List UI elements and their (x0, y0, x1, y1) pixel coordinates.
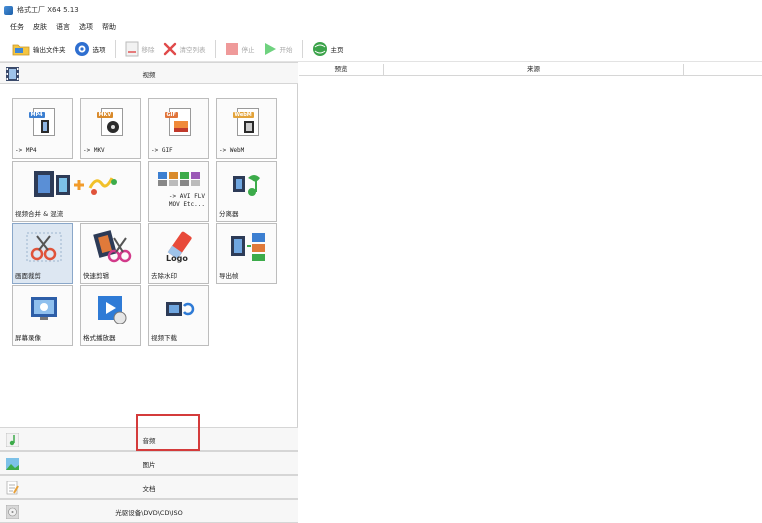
menu-skin[interactable]: 皮肤 (33, 22, 47, 32)
tile-avi-flv-mov[interactable]: -> AVI FLV MOV Etc... (148, 161, 209, 222)
toolbar-separator (214, 39, 216, 58)
tile-label: 视频合并 & 混流 (15, 210, 64, 218)
tile-label: 格式播放器 (83, 334, 116, 342)
column-header-extra[interactable] (684, 64, 762, 76)
tile-video-download[interactable]: 视频下载 (148, 285, 209, 346)
category-image[interactable]: 图片 (0, 451, 298, 475)
globe-home-icon (312, 41, 327, 56)
clear-list-button[interactable]: 清空列表 (161, 38, 208, 60)
remove-button[interactable]: 移除 (123, 38, 157, 60)
tile-label: -> AVI FLV MOV Etc... (168, 193, 205, 208)
tile-label: 去除水印 (151, 272, 177, 280)
folder-icon (12, 44, 30, 55)
eraser-icon: Logo (166, 231, 192, 263)
options-icon (74, 41, 89, 56)
output-folder-button[interactable]: 输出文件夹 (10, 38, 68, 60)
tile-label: 分离器 (219, 210, 239, 218)
tile-export-frames[interactable]: 导出帧 (216, 223, 277, 284)
mkv-file-icon: MKV (96, 108, 123, 136)
tile-label: -> WebM (219, 147, 245, 154)
tile-label: 快速剪辑 (83, 272, 109, 280)
category-optical[interactable]: 光驱设备\DVD\CD\ISO (0, 499, 298, 523)
tile-label: 导出帧 (219, 272, 239, 280)
screen-record-icon (30, 297, 57, 320)
tile-quick-clip[interactable]: 快速剪辑 (80, 223, 141, 284)
merge-film-music-icon (33, 171, 117, 197)
category-panel: 视频 MP4 -> MP4 MKV -> MKV GIF -> GIF WebM… (0, 62, 298, 523)
tile-crop[interactable]: 画面裁剪 (12, 223, 73, 284)
remove-icon (125, 41, 138, 56)
gif-file-icon: GIF (164, 108, 191, 136)
play-icon (264, 42, 276, 55)
format-badges-icon (157, 172, 200, 186)
svg-text:Logo: Logo (166, 254, 188, 263)
video-download-icon (165, 302, 194, 316)
tile-gif[interactable]: GIF -> GIF (148, 98, 209, 159)
crop-scissors-icon (26, 232, 61, 262)
category-video[interactable]: 视频 (0, 62, 298, 84)
tile-screen-record[interactable]: 屏幕录像 (12, 285, 73, 346)
tile-label: 视频下载 (151, 334, 177, 342)
menu-options[interactable]: 选项 (79, 22, 93, 32)
tile-label: -> MP4 (15, 147, 37, 154)
column-header-source[interactable]: 来源 (384, 64, 684, 76)
tile-splitter[interactable]: 分离器 (216, 161, 277, 222)
player-icon (97, 296, 126, 324)
tile-label: 屏幕录像 (15, 334, 41, 342)
window-title: 格式工厂 X64 5.13 (17, 6, 79, 14)
column-header-preview[interactable]: 预览 (299, 64, 384, 76)
menu-bar: 任务 皮肤 语言 选项 帮助 (0, 20, 116, 34)
clear-x-icon (163, 42, 176, 55)
mp4-file-icon: MP4 (28, 108, 55, 136)
toolbar: 输出文件夹 选项 移除 清空列表 停止 开始 主页 (0, 36, 762, 62)
annotation-highlight-box (136, 414, 200, 451)
tile-label: -> GIF (151, 147, 173, 154)
tile-label: -> MKV (83, 147, 105, 154)
webm-file-icon: WebM (232, 108, 259, 136)
toolbar-separator (114, 39, 116, 58)
menu-task[interactable]: 任务 (10, 22, 24, 32)
tile-player[interactable]: 格式播放器 (80, 285, 141, 346)
options-button[interactable]: 选项 (72, 38, 108, 60)
stop-button[interactable]: 停止 (223, 38, 257, 60)
start-button[interactable]: 开始 (261, 38, 295, 60)
category-document[interactable]: 文档 (0, 475, 298, 499)
tile-label: 画面裁剪 (15, 272, 41, 280)
title-bar: 格式工厂 X64 5.13 (0, 0, 762, 20)
tile-remove-watermark[interactable]: Logo 去除水印 (148, 223, 209, 284)
toolbar-separator (301, 39, 303, 58)
tile-mkv[interactable]: MKV -> MKV (80, 98, 141, 159)
splitter-icon (232, 175, 260, 196)
menu-help[interactable]: 帮助 (102, 22, 116, 32)
stop-icon (225, 42, 238, 55)
task-list[interactable]: 预览 来源 (299, 62, 762, 523)
tile-webm[interactable]: WebM -> WebM (216, 98, 277, 159)
export-frames-icon (230, 233, 265, 261)
quick-clip-icon (92, 230, 131, 263)
menu-language[interactable]: 语言 (56, 22, 70, 32)
tile-merge[interactable]: 视频合并 & 混流 (12, 161, 141, 222)
home-button[interactable]: 主页 (310, 38, 346, 60)
tile-mp4[interactable]: MP4 -> MP4 (12, 98, 73, 159)
app-icon (4, 5, 13, 15)
